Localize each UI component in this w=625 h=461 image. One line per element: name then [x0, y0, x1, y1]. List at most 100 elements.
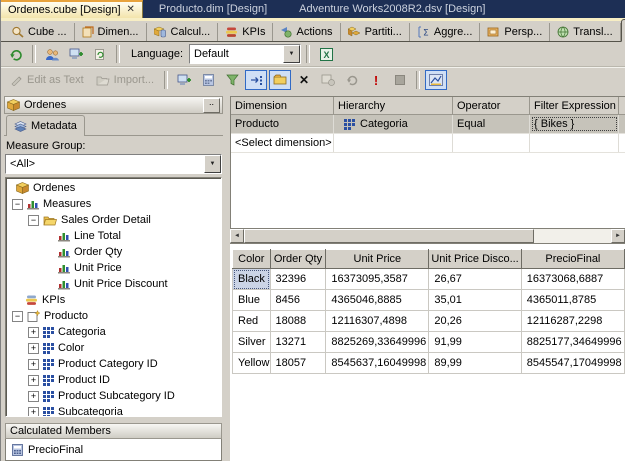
cell-order-qty[interactable]: 18088 — [270, 311, 326, 332]
tab-calculations[interactable]: Calcul... — [147, 23, 219, 41]
language-combobox[interactable]: Default ▼ — [189, 44, 301, 64]
filter-dimension-cell[interactable]: Producto — [231, 115, 334, 133]
cell-color[interactable]: Black — [233, 269, 271, 290]
filter-operator-cell[interactable]: Equal — [453, 115, 530, 133]
cell-color[interactable]: Red — [233, 311, 271, 332]
cell-unit-price[interactable]: 16373095,3587 — [326, 269, 429, 290]
measure-group-combobox[interactable]: <All> ▼ — [5, 154, 222, 174]
tree-item-unit-price-discount[interactable]: Unit Price Discount — [6, 276, 221, 292]
change-user-button[interactable] — [41, 44, 63, 64]
expand-plus-icon[interactable]: + — [28, 343, 39, 354]
column-header-order-qty[interactable]: Order Qty — [270, 250, 326, 269]
collapse-minus-icon[interactable]: − — [12, 311, 23, 322]
expand-plus-icon[interactable]: + — [28, 359, 39, 370]
clear-results-button[interactable]: ✕ — [293, 70, 315, 90]
cell-color[interactable]: Silver — [233, 332, 271, 353]
filter-funnel-button[interactable] — [221, 70, 243, 90]
expand-plus-icon[interactable]: + — [28, 327, 39, 338]
tab-kpis[interactable]: KPIs — [218, 23, 273, 41]
cell-preciofinal[interactable]: 4365011,8785 — [521, 290, 624, 311]
select-dimension-placeholder[interactable]: <Select dimension> — [231, 134, 334, 152]
process-query-button[interactable] — [173, 70, 195, 90]
cell-preciofinal[interactable]: 16373068,6887 — [521, 269, 624, 290]
cell-preciofinal[interactable]: 8545547,17049998 — [521, 353, 624, 374]
tab-cube-structure[interactable]: Cube ... — [4, 23, 75, 41]
filter-expression-cell[interactable]: { Bikes } — [530, 115, 619, 133]
doc-tab-dsv[interactable]: Adventure Works2008R2.dsv [Design] — [283, 0, 501, 18]
cell-order-qty[interactable]: 13271 — [270, 332, 326, 353]
show-empty-cells-toggle[interactable] — [245, 70, 267, 90]
collapse-minus-icon[interactable]: − — [28, 215, 39, 226]
tab-perspectives[interactable]: Persp... — [480, 23, 550, 41]
column-header-filter-expression[interactable]: Filter Expression — [530, 97, 619, 114]
stop-button[interactable] — [389, 70, 411, 90]
excel-button[interactable]: X — [315, 44, 337, 64]
cell-order-qty[interactable]: 18057 — [270, 353, 326, 374]
tab-browser[interactable]: Browser — [621, 19, 625, 42]
calculated-member-button[interactable] — [197, 70, 219, 90]
doc-tab-ordenes-cube[interactable]: Ordenes.cube [Design] ✕ — [1, 0, 143, 18]
tab-actions[interactable]: Actions — [273, 23, 340, 41]
cell-preciofinal[interactable]: 12116287,2298 — [521, 311, 624, 332]
tree-item-categoria[interactable]: + Categoria — [6, 324, 221, 340]
refresh-disabled-button[interactable] — [341, 70, 363, 90]
column-header-operator[interactable]: Operator — [453, 97, 530, 114]
cell-unit-price-discount[interactable]: 35,01 — [429, 290, 521, 311]
cell-unit-price-discount[interactable]: 91,99 — [429, 332, 521, 353]
auto-filter-toggle[interactable] — [269, 70, 291, 90]
scroll-left-icon[interactable]: ◄ — [230, 229, 244, 243]
cell-color[interactable]: Yellow — [233, 353, 271, 374]
tab-partitions[interactable]: Partiti... — [341, 23, 410, 41]
cell-unit-price[interactable]: 4365046,8885 — [326, 290, 429, 311]
table-row[interactable]: Blue 8456 4365046,8885 35,01 4365011,878… — [233, 290, 625, 311]
scroll-right-icon[interactable]: ► — [611, 229, 625, 243]
tree-item-product-subcategory-id[interactable]: + Product Subcategory ID — [6, 388, 221, 404]
cell-order-qty[interactable]: 8456 — [270, 290, 326, 311]
tree-item-product-category-id[interactable]: + Product Category ID — [6, 356, 221, 372]
column-header-color[interactable]: Color — [233, 250, 271, 269]
cube-selector-button[interactable]: .. — [203, 98, 220, 113]
cell-preciofinal[interactable]: 8825177,34649996 — [521, 332, 624, 353]
tree-item-order-qty[interactable]: Order Qty — [6, 244, 221, 260]
edit-as-text-button[interactable]: Edit as Text — [5, 74, 89, 86]
tree-item-kpis[interactable]: KPIs — [6, 292, 221, 308]
tree-item-line-total[interactable]: Line Total — [6, 228, 221, 244]
column-header-unit-price[interactable]: Unit Price — [326, 250, 429, 269]
horizontal-scrollbar[interactable]: ◄ ► — [230, 229, 625, 244]
expand-plus-icon[interactable]: + — [28, 407, 39, 418]
tree-item-producto[interactable]: − Producto — [6, 308, 221, 324]
table-row[interactable]: Silver 13271 8825269,33649996 91,99 8825… — [233, 332, 625, 353]
tree-item-color[interactable]: + Color — [6, 340, 221, 356]
refresh-button[interactable] — [89, 44, 111, 64]
cell-unit-price-discount[interactable]: 89,99 — [429, 353, 521, 374]
tree-item-sales-order-detail[interactable]: − Sales Order Detail — [6, 212, 221, 228]
cell-color[interactable]: Blue — [233, 290, 271, 311]
filter-row-new[interactable]: <Select dimension> — [231, 134, 625, 153]
calculated-member-item[interactable]: PrecioFinal — [28, 444, 83, 456]
tree-item-measures[interactable]: − Measures — [6, 196, 221, 212]
doc-tab-producto-dim[interactable]: Producto.dim [Design] — [143, 0, 283, 18]
cell-unit-price[interactable]: 8545637,16049998 — [326, 353, 429, 374]
show-chart-toggle[interactable] — [425, 70, 447, 90]
process-button[interactable] — [65, 44, 87, 64]
tab-translations[interactable]: Transl... — [550, 23, 620, 41]
chevron-down-icon[interactable]: ▼ — [204, 155, 221, 173]
reconnect-button[interactable] — [5, 44, 27, 64]
tree-item-subcategoria[interactable]: + Subcategoria — [6, 404, 221, 417]
column-header-preciofinal[interactable]: PrecioFinal — [521, 250, 624, 269]
column-header-hierarchy[interactable]: Hierarchy — [334, 97, 453, 114]
collapse-minus-icon[interactable]: − — [12, 199, 23, 210]
tree-item-product-id[interactable]: + Product ID — [6, 372, 221, 388]
tree-item-unit-price[interactable]: Unit Price — [6, 260, 221, 276]
table-row[interactable]: Black 32396 16373095,3587 26,67 16373068… — [233, 269, 625, 290]
cell-unit-price[interactable]: 8825269,33649996 — [326, 332, 429, 353]
import-button[interactable]: Import... — [91, 74, 159, 86]
expand-plus-icon[interactable]: + — [28, 375, 39, 386]
cell-unit-price-discount[interactable]: 20,26 — [429, 311, 521, 332]
filter-row-producto[interactable]: Producto Categoria Equal { Bikes } — [231, 115, 625, 134]
close-icon[interactable]: ✕ — [127, 5, 135, 15]
expand-plus-icon[interactable]: + — [28, 391, 39, 402]
tab-metadata[interactable]: Metadata — [6, 115, 85, 136]
cell-unit-price-discount[interactable]: 26,67 — [429, 269, 521, 290]
column-header-unit-price-discount[interactable]: Unit Price Disco... — [429, 250, 521, 269]
